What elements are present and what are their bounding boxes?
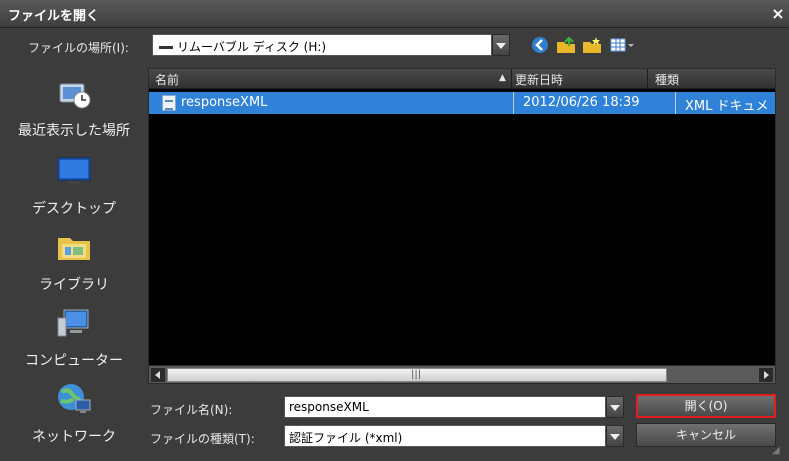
open-button[interactable]: 開く(O) (636, 394, 776, 418)
filetype-label: ファイルの種類(T): (150, 432, 255, 446)
column-header-type[interactable]: 種類 (655, 71, 679, 88)
close-button[interactable]: × (768, 3, 788, 25)
desktop-icon (56, 154, 92, 188)
filename-value: responseXML (289, 400, 369, 414)
column-divider[interactable] (511, 69, 512, 89)
place-computer[interactable]: コンピューター (6, 306, 142, 380)
filetype-select[interactable]: 認証ファイル (*xml) (284, 425, 606, 447)
place-label: ネットワーク (32, 429, 116, 445)
column-divider[interactable] (647, 69, 648, 89)
file-list[interactable]: 名前 ▲ 更新日時 種類 responseXML 2012/06/26 18:3… (148, 68, 776, 384)
lookin-dropdown[interactable]: リムーバブル ディスク (H:) (152, 34, 492, 56)
scroll-right-button[interactable] (759, 368, 773, 382)
view-menu-icon[interactable] (610, 36, 634, 54)
window-title: ファイルを開く (8, 9, 100, 24)
place-label: デスクトップ (32, 201, 116, 217)
lookin-dropdown-button[interactable] (492, 34, 510, 56)
arrow-right-icon (764, 371, 769, 379)
filetype-value: 認証ファイル (*xml) (289, 431, 403, 445)
chevron-down-icon (610, 405, 620, 411)
libraries-icon (56, 230, 92, 264)
horizontal-scrollbar[interactable]: ||| (149, 365, 775, 383)
file-name: responseXML (181, 95, 268, 110)
up-folder-icon[interactable] (556, 36, 576, 54)
scroll-thumb[interactable]: ||| (167, 368, 667, 382)
places-bar: 最近表示した場所 デスクトップ ライブラリ コンピューター ネットワーク (6, 66, 142, 459)
filename-label: ファイル名(N): (150, 403, 233, 417)
chevron-down-icon (496, 43, 506, 49)
file-type: XML ドキュメ (685, 99, 769, 114)
lookin-label: ファイルの場所(I): (28, 41, 129, 55)
recent-places-icon (56, 76, 92, 110)
resize-grip-icon[interactable]: ◢ (772, 445, 780, 456)
place-libraries[interactable]: ライブラリ (6, 230, 142, 304)
column-divider (513, 92, 514, 114)
place-label: ライブラリ (39, 277, 109, 293)
arrow-left-icon (155, 371, 160, 379)
cancel-button[interactable]: キャンセル (636, 423, 776, 447)
list-header: 名前 ▲ 更新日時 種類 (149, 69, 775, 89)
place-desktop[interactable]: デスクトップ (6, 154, 142, 228)
removable-drive-icon (159, 40, 173, 49)
back-icon[interactable] (530, 36, 550, 54)
table-row[interactable]: responseXML 2012/06/26 18:39 XML ドキュメ (149, 92, 775, 114)
chevron-down-icon (610, 434, 620, 440)
computer-icon (56, 306, 92, 340)
column-divider (675, 92, 676, 114)
filename-input[interactable]: responseXML (284, 396, 606, 418)
place-recent[interactable]: 最近表示した場所 (6, 76, 142, 150)
sort-asc-icon: ▲ (499, 73, 506, 83)
new-folder-icon[interactable] (582, 36, 602, 54)
file-modified: 2012/06/26 18:39 (523, 95, 640, 110)
filename-dropdown-button[interactable] (606, 396, 624, 418)
filetype-dropdown-button[interactable] (606, 425, 624, 447)
place-label: 最近表示した場所 (18, 123, 130, 139)
column-header-name[interactable]: 名前 (155, 71, 179, 88)
column-header-modified[interactable]: 更新日時 (515, 71, 563, 88)
title-bar: ファイルを開く × (0, 0, 789, 28)
place-label: コンピューター (25, 353, 123, 369)
scroll-left-button[interactable] (151, 368, 165, 382)
xml-file-icon (162, 95, 176, 111)
lookin-value: リムーバブル ディスク (H:) (177, 40, 327, 54)
place-network[interactable]: ネットワーク (6, 382, 142, 456)
network-icon (56, 382, 92, 416)
grip-icon: ||| (411, 369, 422, 380)
